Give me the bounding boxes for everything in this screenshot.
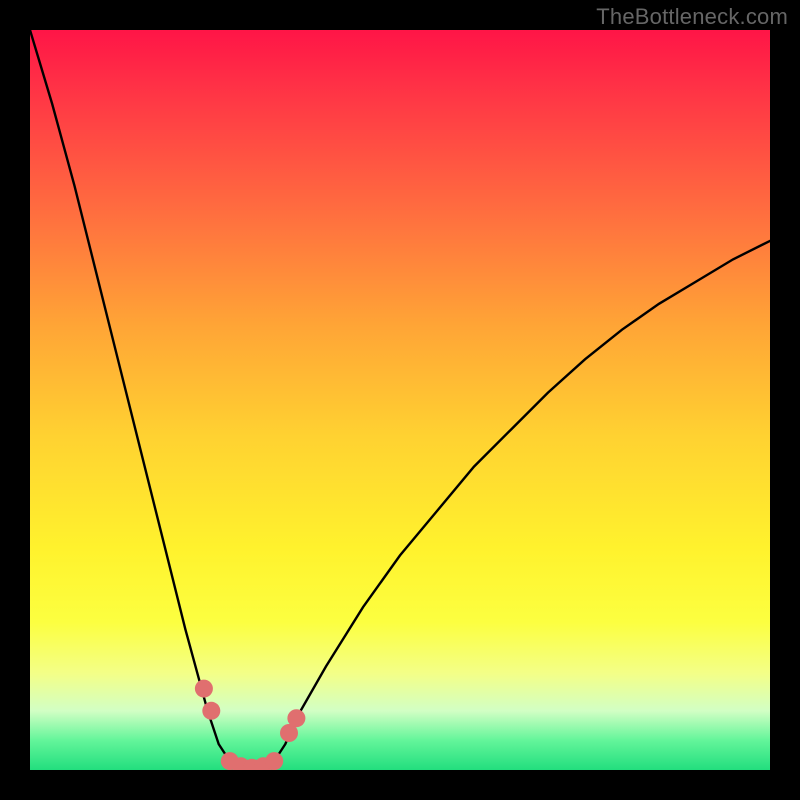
bottleneck-curve <box>30 30 770 768</box>
watermark-text: TheBottleneck.com <box>596 4 788 30</box>
plot-area <box>30 30 770 770</box>
curve-layer <box>30 30 770 770</box>
curve-marker <box>202 702 220 720</box>
curve-marker <box>195 680 213 698</box>
curve-marker <box>265 752 283 770</box>
chart-container: TheBottleneck.com <box>0 0 800 800</box>
curve-marker <box>287 709 305 727</box>
